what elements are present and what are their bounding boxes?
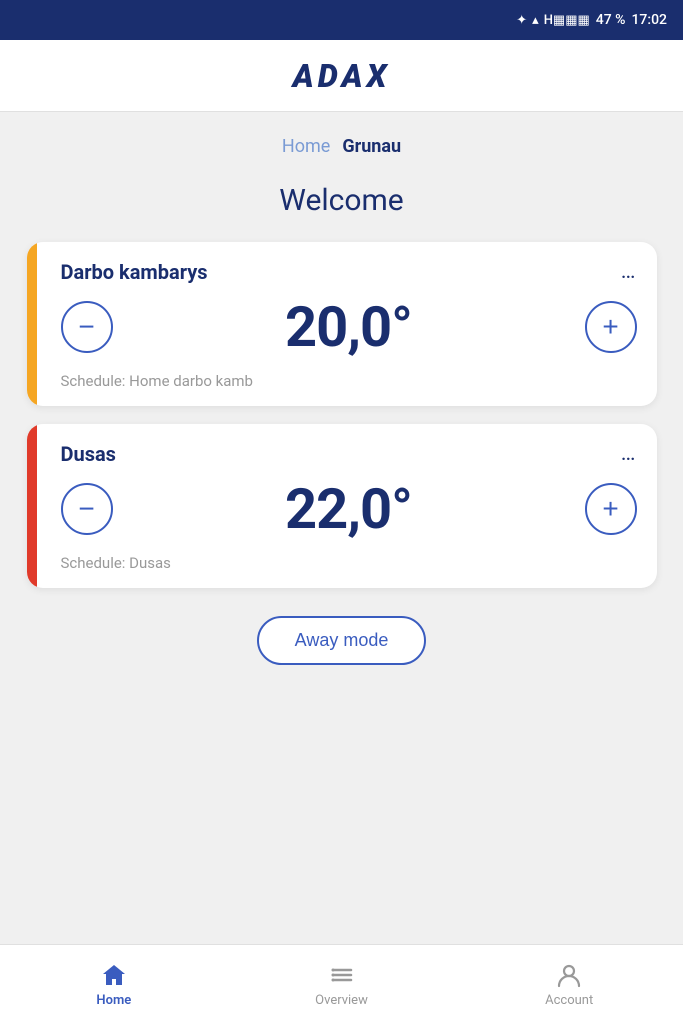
- battery-label: 47 %: [596, 12, 626, 28]
- bottom-nav: Home Overview Account: [0, 944, 683, 1024]
- time-label: 17:02: [631, 12, 667, 28]
- away-mode-button[interactable]: Away mode: [257, 616, 427, 665]
- nav-overview-label: Overview: [315, 993, 368, 1008]
- room-header-darbo: Darbo kambarys …: [61, 260, 637, 284]
- main-content: Home Grunau Welcome Darbo kambarys … − 2…: [0, 112, 683, 944]
- decrement-btn-dusas[interactable]: −: [61, 483, 113, 535]
- room-card-inner-darbo: Darbo kambarys … − 20,0° + Schedule: Hom…: [47, 260, 637, 390]
- room-name-darbo: Darbo kambarys: [61, 260, 208, 284]
- room-card-inner-dusas: Dusas … − 22,0° + Schedule: Dusas: [47, 442, 637, 572]
- minus-icon-dusas: −: [78, 493, 94, 525]
- plus-icon-darbo: +: [602, 311, 618, 343]
- nav-overview[interactable]: Overview: [228, 961, 456, 1008]
- status-icons: ✦ ▴ H​▦▦▦: [516, 13, 590, 28]
- breadcrumb-home[interactable]: Home: [282, 136, 330, 157]
- welcome-title: Welcome: [279, 183, 403, 218]
- room-controls-darbo: − 20,0° +: [61, 294, 637, 360]
- schedule-darbo: Schedule: Home darbo kamb: [61, 372, 637, 390]
- nav-home[interactable]: Home: [0, 961, 228, 1008]
- plus-icon-dusas: +: [602, 493, 618, 525]
- nav-account[interactable]: Account: [455, 961, 683, 1008]
- overview-icon: [328, 961, 356, 989]
- room-name-dusas: Dusas: [61, 442, 116, 466]
- increment-btn-darbo[interactable]: +: [585, 301, 637, 353]
- increment-btn-dusas[interactable]: +: [585, 483, 637, 535]
- room-menu-dusas[interactable]: …: [621, 443, 637, 465]
- room-indicator-dusas: [27, 424, 37, 588]
- nav-account-label: Account: [545, 993, 593, 1008]
- status-bar: ✦ ▴ H​▦▦▦ 47 % 17:02: [0, 0, 683, 40]
- room-indicator-darbo: [27, 242, 37, 406]
- schedule-dusas: Schedule: Dusas: [61, 554, 637, 572]
- room-card-darbo: Darbo kambarys … − 20,0° + Schedule: Hom…: [27, 242, 657, 406]
- room-card-dusas: Dusas … − 22,0° + Schedule: Dusas: [27, 424, 657, 588]
- wifi-icon: ▴: [532, 13, 539, 28]
- account-icon: [555, 961, 583, 989]
- decrement-btn-darbo[interactable]: −: [61, 301, 113, 353]
- signal-icon: H​▦▦▦: [544, 13, 590, 28]
- temperature-dusas: 22,0°: [285, 476, 412, 542]
- nav-home-label: Home: [96, 993, 131, 1008]
- bluetooth-icon: ✦: [516, 13, 527, 28]
- room-header-dusas: Dusas …: [61, 442, 637, 466]
- room-menu-darbo[interactable]: …: [621, 261, 637, 283]
- breadcrumb: Home Grunau: [282, 136, 401, 157]
- temperature-darbo: 20,0°: [285, 294, 412, 360]
- breadcrumb-grunau[interactable]: Grunau: [342, 136, 401, 157]
- minus-icon-darbo: −: [78, 311, 94, 343]
- room-controls-dusas: − 22,0° +: [61, 476, 637, 542]
- app-header: ADAX: [0, 40, 683, 112]
- home-icon: [100, 961, 128, 989]
- app-logo: ADAX: [293, 57, 391, 95]
